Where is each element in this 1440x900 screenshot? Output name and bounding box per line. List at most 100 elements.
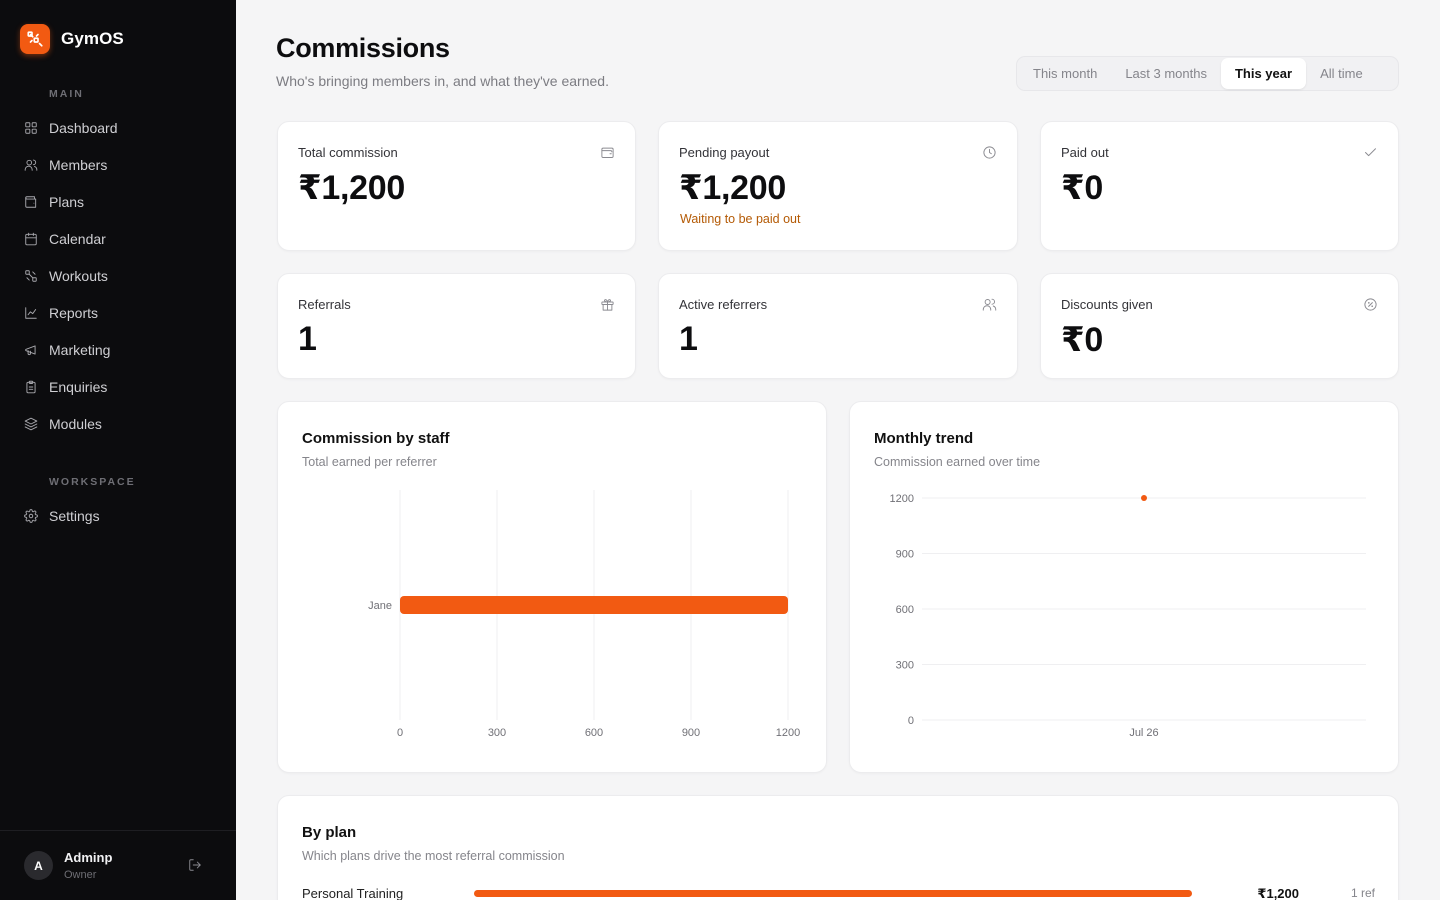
app-name: GymOS: [61, 29, 124, 48]
sidebar-item-label: Reports: [49, 305, 99, 321]
sidebar-item-enquiries[interactable]: Enquiries: [24, 376, 107, 398]
stat-card-discounts-given: Discounts given ₹0: [1040, 273, 1399, 379]
sidebar-item-label: Calendar: [49, 231, 106, 247]
stat-value: ₹0: [1061, 321, 1103, 359]
sidebar-item-dashboard[interactable]: Dashboard: [24, 117, 118, 139]
sidebar-item-reports[interactable]: Reports: [24, 302, 98, 324]
range-this-month[interactable]: This month: [1019, 58, 1111, 89]
sidebar-item-label: Modules: [49, 416, 102, 432]
check-icon: [1363, 145, 1378, 160]
plan-bar-track: [474, 890, 1192, 897]
y-tick-label: Jane: [368, 600, 392, 612]
monthly-trend-panel: Monthly trend Commission earned over tim…: [849, 401, 1399, 773]
sidebar-item-calendar[interactable]: Calendar: [24, 228, 106, 250]
brand[interactable]: GymOS: [20, 24, 124, 54]
sidebar: GymOS MAIN Dashboard Members Plans Calen…: [0, 0, 236, 900]
users-icon: [24, 159, 38, 171]
stat-card-active-referrers: Active referrers 1: [658, 273, 1018, 379]
page-subtitle: Who's bringing members in, and what they…: [276, 73, 609, 89]
clock-icon: [982, 145, 997, 160]
y-tick-label: 900: [896, 549, 914, 561]
sidebar-item-label: Dashboard: [49, 120, 118, 136]
range-last-3-months[interactable]: Last 3 months: [1111, 58, 1221, 89]
calendar-icon: [25, 232, 37, 246]
nav-section-main: MAIN: [49, 88, 84, 100]
stat-label: Pending payout: [679, 145, 770, 160]
sidebar-item-label: Enquiries: [49, 379, 108, 395]
date-range-selector: This month Last 3 months This year All t…: [1016, 56, 1399, 91]
x-tick-label: 600: [585, 727, 603, 739]
plan-name: Personal Training: [302, 886, 404, 900]
plan-refs: 1 ref: [1350, 886, 1375, 900]
chart-icon: [25, 307, 37, 319]
grid-icon: [25, 122, 37, 134]
sidebar-item-workouts[interactable]: Workouts: [24, 265, 108, 287]
bar: [400, 596, 788, 614]
stat-card-pending-payout: Pending payout ₹1,200 Waiting to be paid…: [658, 121, 1018, 251]
user-role: Owner: [64, 869, 97, 881]
sidebar-item-label: Marketing: [49, 342, 111, 358]
megaphone-icon: [25, 345, 36, 356]
stat-card-paid-out: Paid out ₹0: [1040, 121, 1399, 251]
nav-section-workspace: WORKSPACE: [49, 476, 136, 488]
sidebar-item-members[interactable]: Members: [24, 154, 107, 176]
stat-label: Active referrers: [679, 297, 768, 312]
users-icon: [982, 297, 997, 312]
commission-by-staff-panel: Commission by staff Total earned per ref…: [277, 401, 827, 773]
wallet-icon: [25, 196, 37, 208]
stat-value: ₹1,200: [298, 169, 405, 207]
x-tick-label: 1200: [776, 727, 800, 739]
avatar[interactable]: A: [24, 851, 53, 880]
y-tick-label: 600: [896, 604, 914, 616]
sidebar-item-plans[interactable]: Plans: [24, 191, 84, 213]
panel-title: By plan: [302, 824, 357, 841]
logo-icon: [20, 24, 50, 54]
logout-icon: [189, 859, 201, 871]
stat-card-referrals: Referrals 1: [277, 273, 636, 379]
sidebar-item-marketing[interactable]: Marketing: [24, 339, 110, 361]
stat-card-total-commission: Total commission ₹1,200: [277, 121, 636, 251]
stat-label: Referrals: [298, 297, 351, 312]
logout-button[interactable]: [188, 858, 204, 874]
x-tick-label: 900: [682, 727, 700, 739]
stat-note: Waiting to be paid out: [680, 212, 801, 226]
gift-icon: [600, 297, 615, 312]
sidebar-item-label: Settings: [49, 508, 100, 524]
sidebar-item-modules[interactable]: Modules: [24, 413, 102, 435]
range-all-time[interactable]: All time: [1306, 58, 1377, 89]
staff-bar-chart: 0 300 600 900 1200 Jane: [368, 490, 800, 739]
x-tick-label: Jul 26: [1129, 727, 1158, 739]
sidebar-item-label: Members: [49, 157, 108, 173]
plan-amount: ₹1,200: [1257, 886, 1299, 900]
dumbbell-icon: [25, 270, 37, 282]
clipboard-icon: [26, 380, 36, 394]
stat-label: Total commission: [298, 145, 398, 160]
sidebar-item-label: Plans: [49, 194, 85, 210]
y-tick-label: 0: [908, 715, 914, 727]
user-name: Adminp: [64, 850, 113, 865]
x-tick-label: 300: [488, 727, 506, 739]
sidebar-item-label: Workouts: [49, 268, 108, 284]
layers-icon: [24, 417, 38, 431]
stat-value: 1: [679, 320, 698, 358]
user-panel: A Adminp Owner: [0, 830, 236, 900]
panel-subtitle: Which plans drive the most referral comm…: [302, 849, 565, 863]
percent-icon: [1363, 297, 1378, 312]
sidebar-item-settings[interactable]: Settings: [24, 505, 100, 527]
range-this-year[interactable]: This year: [1220, 58, 1307, 89]
gear-icon: [24, 509, 38, 523]
stat-label: Paid out: [1061, 145, 1109, 160]
by-plan-panel: By plan Which plans drive the most refer…: [277, 795, 1399, 900]
stat-value: ₹1,200: [679, 169, 786, 207]
plan-bar-fill: [474, 890, 1192, 897]
x-tick-label: 0: [397, 727, 403, 739]
y-tick-label: 1200: [890, 493, 914, 505]
data-point: [1141, 495, 1147, 501]
stat-label: Discounts given: [1061, 297, 1153, 312]
stat-value: 1: [298, 320, 317, 358]
stat-value: ₹0: [1061, 169, 1103, 207]
y-tick-label: 300: [896, 660, 914, 672]
monthly-trend-chart: 0 300 600 900 1200 Jul 26: [890, 493, 1366, 739]
wallet-icon: [600, 145, 615, 160]
page-title: Commissions: [276, 33, 450, 63]
